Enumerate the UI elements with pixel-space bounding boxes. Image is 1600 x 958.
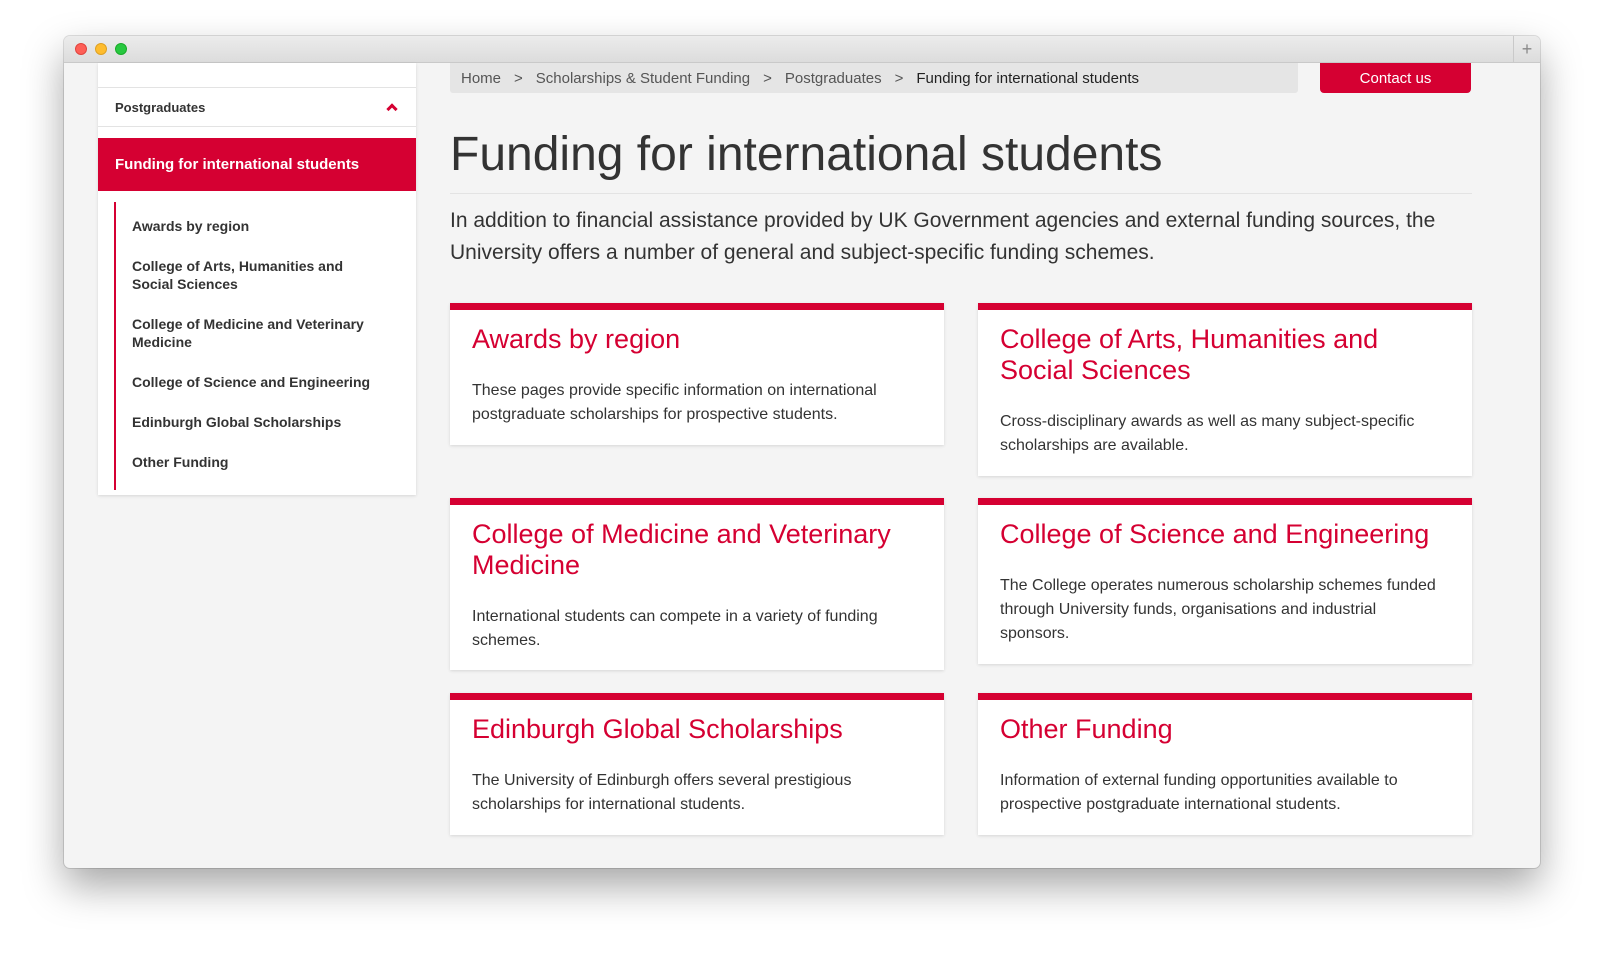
- card-awards-by-region[interactable]: Awards by region These pages provide spe…: [450, 303, 944, 445]
- card-text: International students can compete in a …: [472, 608, 878, 649]
- breadcrumb: Home > Scholarships & Student Funding > …: [450, 63, 1298, 93]
- chevron-up-icon[interactable]: [387, 102, 397, 112]
- card-title[interactable]: Awards by region: [472, 324, 922, 355]
- card-text: These pages provide specific information…: [472, 382, 877, 423]
- breadcrumb-separator: >: [894, 69, 904, 87]
- sidebar-nav: Postgraduates Funding for international …: [98, 63, 416, 495]
- sidebar-item-arts-humanities[interactable]: College of Arts, Humanities and Social S…: [132, 248, 416, 306]
- minimize-window-button[interactable]: [95, 43, 107, 55]
- sidebar-item-postgraduates[interactable]: Postgraduates: [98, 88, 416, 127]
- card-title[interactable]: College of Medicine and Veterinary Medic…: [472, 519, 922, 581]
- breadcrumb-home[interactable]: Home: [461, 70, 501, 87]
- card-title[interactable]: College of Science and Engineering: [1000, 519, 1450, 550]
- card-text: Information of external funding opportun…: [1000, 772, 1398, 813]
- breadcrumb-scholarships[interactable]: Scholarships & Student Funding: [536, 70, 750, 87]
- intro-text: In addition to financial assistance prov…: [450, 209, 1436, 264]
- card-edinburgh-global[interactable]: Edinburgh Global Scholarships The Univer…: [450, 693, 944, 835]
- breadcrumb-current: Funding for international students: [916, 69, 1140, 87]
- page-title: Funding for international students: [450, 127, 1472, 194]
- zoom-window-button[interactable]: [115, 43, 127, 55]
- sidebar-item-science-engineering[interactable]: College of Science and Engineering: [132, 364, 416, 404]
- card-title[interactable]: Edinburgh Global Scholarships: [472, 714, 922, 745]
- sidebar-item-active[interactable]: Funding for international students: [98, 138, 416, 191]
- card-text: The University of Edinburgh offers sever…: [472, 772, 852, 813]
- sidebar-item-previous[interactable]: [98, 63, 416, 88]
- close-window-button[interactable]: [75, 43, 87, 55]
- sidebar-active-label: Funding for international students: [115, 156, 360, 173]
- sidebar-item-medicine-veterinary[interactable]: College of Medicine and Veterinary Medic…: [132, 306, 416, 364]
- browser-window: + Postgraduates Funding for internationa…: [64, 36, 1540, 868]
- breadcrumb-separator: >: [763, 69, 772, 87]
- card-title[interactable]: College of Arts, Humanities and Social S…: [1000, 324, 1450, 386]
- breadcrumb-postgraduates[interactable]: Postgraduates: [785, 70, 882, 87]
- sidebar-subnav: Awards by region College of Arts, Humani…: [114, 202, 416, 490]
- sidebar-item-edinburgh-global[interactable]: Edinburgh Global Scholarships: [132, 404, 416, 444]
- card-text: The College operates numerous scholarshi…: [1000, 577, 1436, 642]
- breadcrumb-separator: >: [514, 69, 523, 87]
- page-content: Postgraduates Funding for international …: [64, 63, 1540, 868]
- new-tab-icon[interactable]: +: [1513, 36, 1540, 62]
- contact-us-button[interactable]: Contact us: [1320, 63, 1471, 93]
- title-bar: +: [64, 36, 1540, 63]
- sidebar-parent-label: Postgraduates: [115, 99, 206, 115]
- card-text: Cross-disciplinary awards as well as man…: [1000, 413, 1415, 454]
- card-arts-humanities[interactable]: College of Arts, Humanities and Social S…: [978, 303, 1472, 476]
- sidebar-item-other-funding[interactable]: Other Funding: [132, 444, 416, 484]
- card-science-engineering[interactable]: College of Science and Engineering The C…: [978, 498, 1472, 664]
- card-medicine-veterinary[interactable]: College of Medicine and Veterinary Medic…: [450, 498, 944, 670]
- card-other-funding[interactable]: Other Funding Information of external fu…: [978, 693, 1472, 835]
- sidebar-item-awards-by-region[interactable]: Awards by region: [132, 208, 416, 248]
- card-title[interactable]: Other Funding: [1000, 714, 1450, 745]
